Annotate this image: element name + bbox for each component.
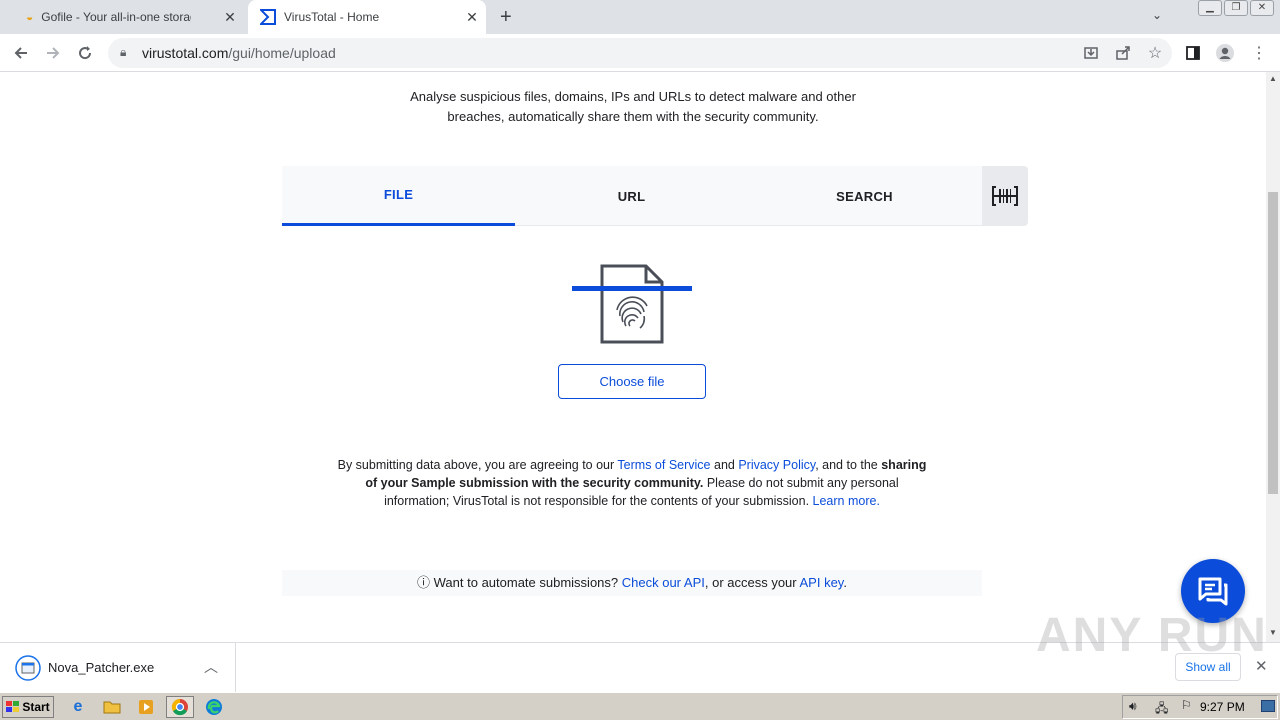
media-player-icon[interactable] bbox=[132, 696, 160, 718]
forward-icon[interactable] bbox=[42, 42, 64, 64]
intro-line: breaches, automatically share them with … bbox=[447, 109, 819, 124]
bookmark-star-icon[interactable]: ☆ bbox=[1144, 42, 1166, 64]
tab-strip: ◒ Gofile - Your all-in-one storage solut… bbox=[0, 0, 1280, 34]
minimize-icon[interactable]: ▁ bbox=[1198, 0, 1222, 16]
api-info-bar: ⓘ Want to automate submissions? Check ou… bbox=[282, 570, 982, 596]
network-icon[interactable]: 🖧︎ bbox=[1155, 699, 1168, 720]
terms-of-service-link[interactable]: Terms of Service bbox=[617, 458, 710, 472]
install-icon[interactable] bbox=[1080, 42, 1102, 64]
reload-icon[interactable] bbox=[74, 42, 96, 64]
download-item[interactable]: Nova_Patcher.exe ︿ bbox=[0, 643, 236, 693]
share-icon[interactable] bbox=[1112, 42, 1134, 64]
windows-logo-icon bbox=[6, 701, 20, 713]
volume-icon[interactable]: 🔊︎ bbox=[1129, 699, 1137, 714]
exe-file-icon bbox=[15, 655, 41, 686]
tab-title: VirusTotal - Home bbox=[284, 10, 380, 24]
page-scrollbar[interactable]: ▲ ▼ bbox=[1266, 72, 1280, 642]
menu-kebab-icon[interactable]: ⋮ bbox=[1248, 42, 1270, 64]
tab-url[interactable]: URL bbox=[515, 166, 748, 226]
scroll-thumb[interactable] bbox=[1268, 192, 1278, 494]
check-api-link[interactable]: Check our API bbox=[622, 575, 705, 590]
terms-fragment: By submitting data above, you are agreei… bbox=[337, 458, 618, 472]
address-bar[interactable]: 🔒︎ virustotal.com/gui/home/upload ☆ bbox=[108, 38, 1172, 68]
terms-text: By submitting data above, you are agreei… bbox=[332, 456, 932, 510]
intro-text: Analyse suspicious files, domains, IPs a… bbox=[333, 87, 933, 127]
window-controls: ▁ ❐ ✕ bbox=[1198, 0, 1274, 18]
tab-search-icon[interactable]: ⌄ bbox=[1152, 8, 1162, 22]
profile-avatar-icon[interactable] bbox=[1214, 42, 1236, 64]
terms-fragment: information; VirusTotal is not responsib… bbox=[384, 494, 813, 508]
page-content: Analyse suspicious files, domains, IPs a… bbox=[0, 72, 1266, 642]
api-key-link[interactable]: API key bbox=[800, 575, 844, 590]
tab-gofile[interactable]: ◒ Gofile - Your all-in-one storage solut… bbox=[8, 0, 244, 34]
start-label: Start bbox=[22, 700, 50, 714]
terms-fragment: and bbox=[710, 458, 739, 472]
upload-tabs: FILE URL SEARCH bbox=[282, 166, 982, 226]
api-text: . bbox=[843, 575, 847, 590]
flag-icon[interactable]: ⚐ bbox=[1181, 698, 1192, 712]
terms-fragment: , and to the bbox=[815, 458, 882, 472]
ie-icon[interactable]: e bbox=[64, 696, 92, 718]
url-text: virustotal.com/gui/home/upload bbox=[142, 45, 336, 61]
intro-line: Analyse suspicious files, domains, IPs a… bbox=[410, 89, 856, 104]
barcode-icon bbox=[991, 185, 1019, 207]
new-tab-button[interactable]: + bbox=[500, 7, 512, 27]
tab-search[interactable]: SEARCH bbox=[748, 166, 981, 226]
virustotal-favicon-icon bbox=[260, 9, 276, 25]
side-panel-icon[interactable] bbox=[1182, 42, 1204, 64]
terms-fragment: Please do not submit any personal bbox=[703, 476, 899, 490]
edge-icon[interactable] bbox=[200, 696, 228, 718]
scroll-down-icon[interactable]: ▼ bbox=[1269, 628, 1277, 637]
terms-bold: sharing bbox=[881, 458, 927, 472]
api-text: Want to automate submissions? bbox=[430, 575, 622, 590]
terms-bold: of your Sample submission with the secur… bbox=[365, 476, 704, 490]
explorer-folder-icon[interactable] bbox=[98, 696, 126, 718]
close-tab-icon[interactable]: ✕ bbox=[222, 9, 238, 25]
tab-virustotal[interactable]: VirusTotal - Home ✕ bbox=[248, 0, 486, 34]
tab-file[interactable]: FILE bbox=[282, 166, 515, 226]
api-text: , or access your bbox=[704, 575, 800, 590]
back-icon[interactable] bbox=[10, 42, 32, 64]
privacy-policy-link[interactable]: Privacy Policy bbox=[738, 458, 815, 472]
clock: 9:27 PM bbox=[1200, 700, 1245, 714]
close-window-icon[interactable]: ✕ bbox=[1250, 0, 1274, 16]
restore-icon[interactable]: ❐ bbox=[1224, 0, 1248, 16]
choose-file-button[interactable]: Choose file bbox=[558, 364, 706, 399]
fingerprint-file-icon bbox=[570, 262, 694, 348]
chevron-up-icon[interactable]: ︿ bbox=[204, 657, 218, 677]
info-icon: ⓘ bbox=[417, 575, 431, 590]
browser-toolbar: 🔒︎ virustotal.com/gui/home/upload ☆ ⋮ bbox=[0, 34, 1280, 72]
start-button[interactable]: Start bbox=[2, 696, 54, 718]
anyrun-watermark: ANY RUN bbox=[1036, 609, 1268, 662]
show-desktop-icon[interactable] bbox=[1261, 700, 1275, 712]
chat-icon bbox=[1197, 576, 1229, 606]
barcode-search-button[interactable] bbox=[982, 166, 1028, 226]
url-host: virustotal.com bbox=[142, 45, 229, 61]
scroll-up-icon[interactable]: ▲ bbox=[1269, 74, 1277, 83]
windows-taskbar: Start e 🔊︎ 🖧︎ ⚐ 9:27 PM bbox=[0, 692, 1280, 720]
tab-title: Gofile - Your all-in-one storage soluti bbox=[41, 10, 191, 24]
gofile-favicon-icon: ◒ bbox=[26, 10, 34, 24]
url-path: /gui/home/upload bbox=[228, 45, 336, 61]
download-filename: Nova_Patcher.exe bbox=[48, 660, 155, 675]
chrome-icon[interactable] bbox=[166, 696, 194, 718]
lock-icon[interactable]: 🔒︎ bbox=[120, 45, 126, 60]
learn-more-link[interactable]: Learn more. bbox=[813, 494, 880, 508]
close-tab-icon[interactable]: ✕ bbox=[464, 9, 480, 25]
